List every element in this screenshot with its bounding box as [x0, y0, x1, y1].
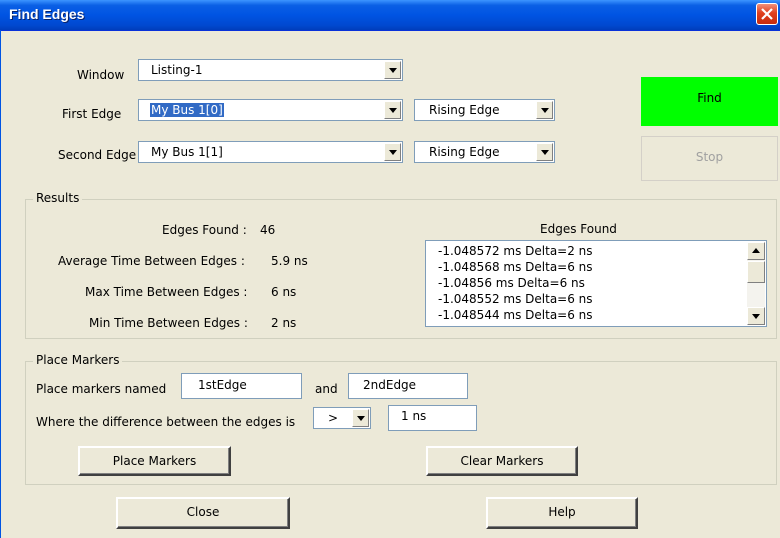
max-time-label: Max Time Between Edges : — [85, 285, 248, 299]
first-edge-select[interactable]: My Bus 1[0] — [138, 99, 403, 121]
max-time-value: 6 ns — [271, 285, 297, 299]
close-window-button[interactable] — [756, 3, 778, 25]
first-edge-type-value: Rising Edge — [429, 103, 500, 117]
edges-found-value: 46 — [260, 223, 276, 237]
clear-markers-button-label: Clear Markers — [460, 454, 544, 468]
scroll-thumb[interactable] — [747, 261, 765, 283]
chevron-down-icon[interactable] — [384, 61, 401, 79]
place-markers-button-label: Place Markers — [112, 454, 197, 468]
second-marker-name-value: 2ndEdge — [363, 378, 417, 392]
difference-label: Where the difference between the edges i… — [36, 415, 296, 429]
title-bar: Find Edges — [0, 0, 780, 31]
window-title: Find Edges — [9, 6, 85, 22]
first-edge-type-select[interactable]: Rising Edge — [414, 99, 555, 121]
clear-markers-button[interactable]: Clear Markers — [426, 446, 578, 476]
stop-button[interactable]: Stop — [641, 136, 778, 181]
chevron-down-icon[interactable] — [384, 101, 401, 119]
list-item[interactable]: -1.048544 ms Delta=6 ns — [438, 308, 593, 322]
chevron-down-icon[interactable] — [536, 101, 553, 119]
second-edge-type-value: Rising Edge — [429, 145, 500, 159]
help-button-label: Help — [548, 505, 576, 519]
window-select[interactable]: Listing-1 — [138, 59, 403, 81]
find-button-label: Find — [697, 91, 722, 105]
min-time-value: 2 ns — [271, 316, 297, 330]
first-edge-label: First Edge — [62, 107, 122, 121]
second-edge-select[interactable]: My Bus 1[1] — [138, 141, 403, 163]
difference-value: 1 ns — [401, 409, 427, 423]
window-label: Window — [77, 68, 125, 82]
second-marker-name-field[interactable]: 2ndEdge — [348, 373, 468, 399]
stop-button-label: Stop — [695, 150, 724, 164]
chevron-down-icon[interactable] — [536, 143, 553, 161]
edges-list-header: Edges Found — [540, 222, 617, 236]
avg-time-value: 5.9 ns — [271, 254, 308, 268]
first-marker-name-value: 1stEdge — [198, 378, 247, 392]
list-item[interactable]: -1.048568 ms Delta=6 ns — [438, 260, 593, 274]
edges-found-label: Edges Found : — [162, 223, 247, 237]
avg-time-label: Average Time Between Edges : — [58, 254, 245, 268]
close-button-label: Close — [186, 505, 220, 519]
difference-field[interactable]: 1 ns — [388, 405, 477, 431]
find-button[interactable]: Find — [641, 77, 778, 126]
second-edge-type-select[interactable]: Rising Edge — [414, 141, 555, 163]
markers-named-label: Place markers named — [36, 382, 167, 396]
close-icon — [761, 8, 773, 20]
place-markers-button[interactable]: Place Markers — [78, 446, 231, 476]
edges-found-list[interactable]: -1.048572 ms Delta=2 ns -1.048568 ms Del… — [425, 240, 767, 327]
second-edge-select-value: My Bus 1[1] — [151, 145, 223, 159]
second-edge-label: Second Edge — [58, 148, 137, 162]
list-item[interactable]: -1.04856 ms Delta=6 ns — [438, 276, 585, 290]
list-scrollbar[interactable] — [747, 242, 765, 325]
help-button[interactable]: Help — [486, 497, 638, 529]
operator-select[interactable]: > — [313, 407, 371, 429]
list-item[interactable]: -1.048572 ms Delta=2 ns — [438, 244, 593, 258]
first-edge-select-value: My Bus 1[0] — [150, 103, 224, 117]
list-item[interactable]: -1.048552 ms Delta=6 ns — [438, 292, 593, 306]
and-label: and — [315, 382, 338, 396]
place-markers-group-label: Place Markers — [33, 353, 123, 367]
chevron-down-icon[interactable] — [352, 409, 369, 427]
scroll-down-icon[interactable] — [747, 307, 765, 325]
chevron-down-icon[interactable] — [384, 143, 401, 161]
scroll-up-icon[interactable] — [747, 242, 765, 260]
min-time-label: Min Time Between Edges : — [89, 316, 248, 330]
results-group-label: Results — [33, 191, 83, 205]
window-select-value: Listing-1 — [151, 63, 203, 77]
first-marker-name-field[interactable]: 1stEdge — [181, 373, 302, 399]
operator-value: > — [328, 411, 339, 425]
close-button[interactable]: Close — [116, 497, 290, 529]
